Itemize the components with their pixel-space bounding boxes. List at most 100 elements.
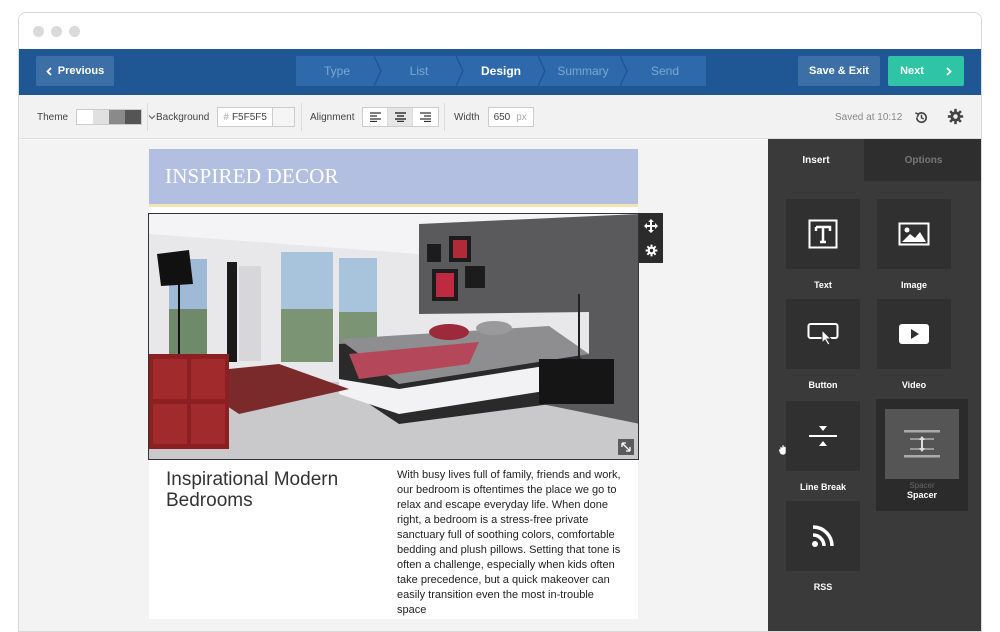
toolbar-divider [301,103,302,131]
tab-label: Insert [802,154,830,166]
tab-options[interactable]: Options [864,139,981,181]
window-dot[interactable] [69,25,80,37]
align-right-icon [420,112,432,122]
chevron-right-icon [946,66,952,76]
drag-cursor-icon [778,444,787,456]
tab-insert[interactable]: Insert [768,139,864,181]
step-label: Send [650,64,680,78]
image-icon [898,222,930,246]
insert-text-tile[interactable] [786,199,860,269]
step-label: List [409,64,429,78]
theme-color [125,110,142,124]
email-canvas: INSPIRED DECOR Inspirational Modern Bedr… [19,140,768,631]
background-control: Background # F5F5F5 [156,95,296,139]
next-button[interactable]: Next [888,56,964,86]
campaign-nav-bar: Previous Type List Design Summary Send S… [19,49,981,95]
header-title: INSPIRED DECOR [165,164,339,188]
step-type[interactable]: Type [296,56,382,86]
line-break-icon [809,426,837,446]
theme-color [109,110,126,124]
align-left-button[interactable] [363,108,389,126]
rss-icon [812,525,834,547]
resize-icon [621,442,631,452]
background-color-swatch[interactable] [272,108,295,126]
width-control: Width 650 px [454,95,534,139]
chevron-left-icon [45,66,52,76]
theme-color [93,110,110,124]
hash-prefix: # [223,111,229,123]
insert-image-label: Image [900,280,927,290]
align-right-button[interactable] [413,108,438,126]
background-value: F5F5F5 [231,111,267,123]
width-label: Width [454,111,480,123]
insert-button-label: Button [808,380,838,390]
save-exit-label: Save & Exit [809,65,869,77]
gear-icon[interactable] [947,108,964,125]
theme-control: Theme [37,95,157,139]
email-header-block[interactable]: INSPIRED DECOR [149,149,638,207]
step-label: Type [323,64,350,78]
toolbar-divider [147,103,148,131]
alignment-buttons [362,107,440,127]
previous-label: Previous [57,65,105,77]
background-color-input[interactable]: # F5F5F5 [217,107,296,127]
toolbar-divider [444,103,445,131]
step-indicator: Type List Design Summary Send [296,56,706,86]
insert-line-break-tile[interactable] [786,401,860,471]
move-icon[interactable] [644,218,658,233]
saved-text: Saved at 10:12 [835,111,903,123]
text-icon [808,219,838,249]
bedroom-photo [149,214,638,459]
insert-video-tile[interactable] [877,299,951,369]
window-titlebar [19,13,981,49]
step-label: Summary [557,64,609,78]
alignment-label: Alignment [310,111,355,123]
alignment-control: Alignment [310,95,440,139]
design-toolbar: Theme Background # F5F5F5 Alignment Widt… [19,95,981,139]
video-icon [899,324,929,344]
align-center-icon [394,112,406,122]
save-exit-button[interactable]: Save & Exit [798,56,880,86]
spacer-tile [885,409,959,479]
insert-rss-tile[interactable] [786,501,860,571]
step-list[interactable]: List [378,56,464,86]
image-block[interactable] [148,213,639,460]
insert-video-label: Video [901,380,927,390]
insert-sidebar: Insert Options Text Image Button Video L… [768,139,981,631]
spacer-label: Spacer [906,490,938,500]
resize-handle[interactable] [618,439,634,455]
step-send[interactable]: Send [624,56,706,86]
background-label: Background [156,111,210,123]
step-label: Design [480,64,521,78]
spacer-icon [904,430,940,458]
tab-label: Options [904,154,943,166]
insert-button-tile[interactable] [786,299,860,369]
align-left-icon [369,112,381,122]
step-summary[interactable]: Summary [542,56,628,86]
theme-color [77,110,94,124]
width-input[interactable]: 650 px [487,107,534,127]
window-dot[interactable] [33,25,44,37]
spacer-ghost-label: Spacer [909,481,935,490]
previous-button[interactable]: Previous [36,56,114,86]
article-heading[interactable]: Inspirational Modern Bedrooms [166,469,366,511]
article-body[interactable]: With busy lives full of family, friends … [397,468,625,618]
next-label: Next [900,65,924,77]
insert-rss-label: RSS [813,582,833,592]
step-design[interactable]: Design [460,56,546,86]
align-center-button[interactable] [388,108,414,126]
window-dot[interactable] [51,25,62,37]
width-unit: px [516,111,527,123]
theme-swatch[interactable] [76,109,143,125]
width-value: 650 [493,111,511,123]
history-icon[interactable] [914,110,929,125]
email-preview: INSPIRED DECOR Inspirational Modern Bedr… [148,149,663,619]
gear-icon[interactable] [645,244,658,257]
save-status: Saved at 10:12 [835,95,929,139]
spacer-drag-preview[interactable]: Spacer Spacer [876,399,968,511]
sidebar-tabs: Insert Options [768,139,981,181]
insert-text-label: Text [814,280,832,290]
insert-image-tile[interactable] [877,199,951,269]
app-window: Previous Type List Design Summary Send S… [18,12,982,632]
button-icon [807,323,839,346]
